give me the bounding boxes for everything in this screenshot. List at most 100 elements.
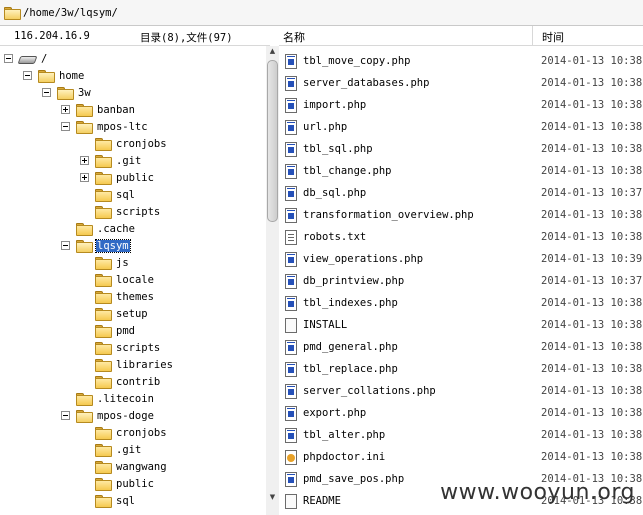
tree-item-label[interactable]: js [115,257,130,269]
scroll-up-icon[interactable]: ▲ [266,46,279,57]
file-row[interactable]: transformation_overview.php 2014-01-13 10… [279,204,643,226]
tree-item-label[interactable]: .git [115,444,142,456]
file-name[interactable]: server_collations.php [303,385,436,397]
file-name[interactable]: pmd_general.php [303,341,398,353]
file-name[interactable]: tbl_change.php [303,165,392,177]
file-name[interactable]: INSTALL [303,319,347,331]
tree-item-label[interactable]: lqsym [95,238,131,253]
file-row[interactable]: INSTALL 2014-01-13 10:38: [279,314,643,336]
tree-item-label[interactable]: cronjobs [115,427,168,439]
file-row[interactable]: import.php 2014-01-13 10:38: [279,94,643,116]
file-row[interactable]: tbl_alter.php 2014-01-13 10:38: [279,424,643,446]
collapse-icon[interactable] [4,54,13,63]
file-row[interactable]: view_operations.php 2014-01-13 10:39: [279,248,643,270]
tree-item[interactable]: banban [61,101,136,118]
file-row[interactable]: tbl_replace.php 2014-01-13 10:38: [279,358,643,380]
file-name[interactable]: url.php [303,121,347,133]
tree-item-label[interactable]: .git [115,155,142,167]
tree-item-label[interactable]: banban [96,104,136,116]
tree-item[interactable]: locale [80,271,155,288]
column-header-time[interactable]: 时间 [542,29,564,45]
expand-icon[interactable] [61,105,70,114]
scroll-down-icon[interactable]: ▼ [266,492,279,503]
tree-item[interactable]: setup [80,305,149,322]
file-name[interactable]: README [303,495,341,507]
scroll-thumb[interactable] [267,60,278,222]
file-name[interactable]: view_operations.php [303,253,423,265]
tree-item-label[interactable]: cronjobs [115,138,168,150]
file-row[interactable]: tbl_indexes.php 2014-01-13 10:38: [279,292,643,314]
tree-item[interactable]: public [80,169,155,186]
tree-item-label[interactable]: sql [115,189,136,201]
tree-item-label[interactable]: contrib [115,376,161,388]
expand-icon[interactable] [80,173,89,182]
current-path[interactable]: /home/3w/lqsym/ [23,7,118,19]
file-row[interactable]: db_sql.php 2014-01-13 10:37: [279,182,643,204]
file-name[interactable]: phpdoctor.ini [303,451,385,463]
file-row[interactable]: db_printview.php 2014-01-13 10:37: [279,270,643,292]
file-row[interactable]: server_collations.php 2014-01-13 10:38: [279,380,643,402]
tree-item-label[interactable]: pmd [115,325,136,337]
file-name[interactable]: server_databases.php [303,77,429,89]
tree-item[interactable]: contrib [80,373,161,390]
file-name[interactable]: tbl_move_copy.php [303,55,410,67]
tree-item-label[interactable]: 3w [77,87,92,99]
file-name[interactable]: export.php [303,407,366,419]
column-divider[interactable] [532,26,533,46]
tree-item[interactable]: .git [80,152,142,169]
tree-item[interactable]: scripts [80,339,161,356]
tree-item[interactable]: public [80,475,155,492]
tree-item-label[interactable]: public [115,172,155,184]
tree-item-label[interactable]: locale [115,274,155,286]
tree-item-label[interactable]: .litecoin [96,393,155,405]
tree-item[interactable]: home [23,67,85,84]
file-row[interactable]: url.php 2014-01-13 10:38: [279,116,643,138]
column-header-name[interactable]: 名称 [283,29,305,45]
tree-item[interactable]: sql [80,492,136,509]
collapse-icon[interactable] [61,122,70,131]
tree-item-label[interactable]: mpos-ltc [96,121,149,133]
file-name[interactable]: db_sql.php [303,187,366,199]
tree-item-label[interactable]: libraries [115,359,174,371]
file-name[interactable]: tbl_replace.php [303,363,398,375]
tree-item[interactable]: js [80,254,130,271]
tree-item[interactable]: mpos-doge [61,407,155,424]
tree-item[interactable]: scripts [80,203,161,220]
tree-item-label[interactable]: / [40,53,48,65]
tree-item[interactable]: .git [80,441,142,458]
file-name[interactable]: tbl_indexes.php [303,297,398,309]
file-row[interactable]: phpdoctor.ini 2014-01-13 10:38: [279,446,643,468]
file-name[interactable]: pmd_save_pos.php [303,473,404,485]
tree-item[interactable]: cronjobs [80,135,168,152]
tree-item-label[interactable]: themes [115,291,155,303]
file-row[interactable]: robots.txt 2014-01-13 10:38: [279,226,643,248]
file-name[interactable]: tbl_alter.php [303,429,385,441]
file-name[interactable]: tbl_sql.php [303,143,373,155]
tree-item[interactable]: libraries [80,356,174,373]
tree-item[interactable]: lqsym [61,237,131,254]
file-row[interactable]: export.php 2014-01-13 10:38: [279,402,643,424]
collapse-icon[interactable] [61,411,70,420]
tree-item[interactable]: pmd [80,322,136,339]
tree-item[interactable]: sql [80,186,136,203]
tree-item-label[interactable]: wangwang [115,461,168,473]
expand-icon[interactable] [80,156,89,165]
file-row[interactable]: tbl_move_copy.php 2014-01-13 10:38: [279,50,643,72]
file-name[interactable]: import.php [303,99,366,111]
tree-item[interactable]: themes [80,288,155,305]
file-row[interactable]: tbl_change.php 2014-01-13 10:38: [279,160,643,182]
collapse-icon[interactable] [23,71,32,80]
file-name[interactable]: robots.txt [303,231,366,243]
tree-item-label[interactable]: .cache [96,223,136,235]
file-row[interactable]: tbl_sql.php 2014-01-13 10:38: [279,138,643,160]
tree-item[interactable]: .cache [61,220,136,237]
tree-item[interactable]: .litecoin [61,390,155,407]
file-name[interactable]: transformation_overview.php [303,209,474,221]
file-row[interactable]: pmd_general.php 2014-01-13 10:38: [279,336,643,358]
tree-item-label[interactable]: scripts [115,342,161,354]
tree-item[interactable]: wangwang [80,458,168,475]
tree-item-label[interactable]: scripts [115,206,161,218]
file-name[interactable]: db_printview.php [303,275,404,287]
file-list[interactable]: tbl_move_copy.php 2014-01-13 10:38: server… [279,50,643,515]
tree-item-label[interactable]: mpos-doge [96,410,155,422]
